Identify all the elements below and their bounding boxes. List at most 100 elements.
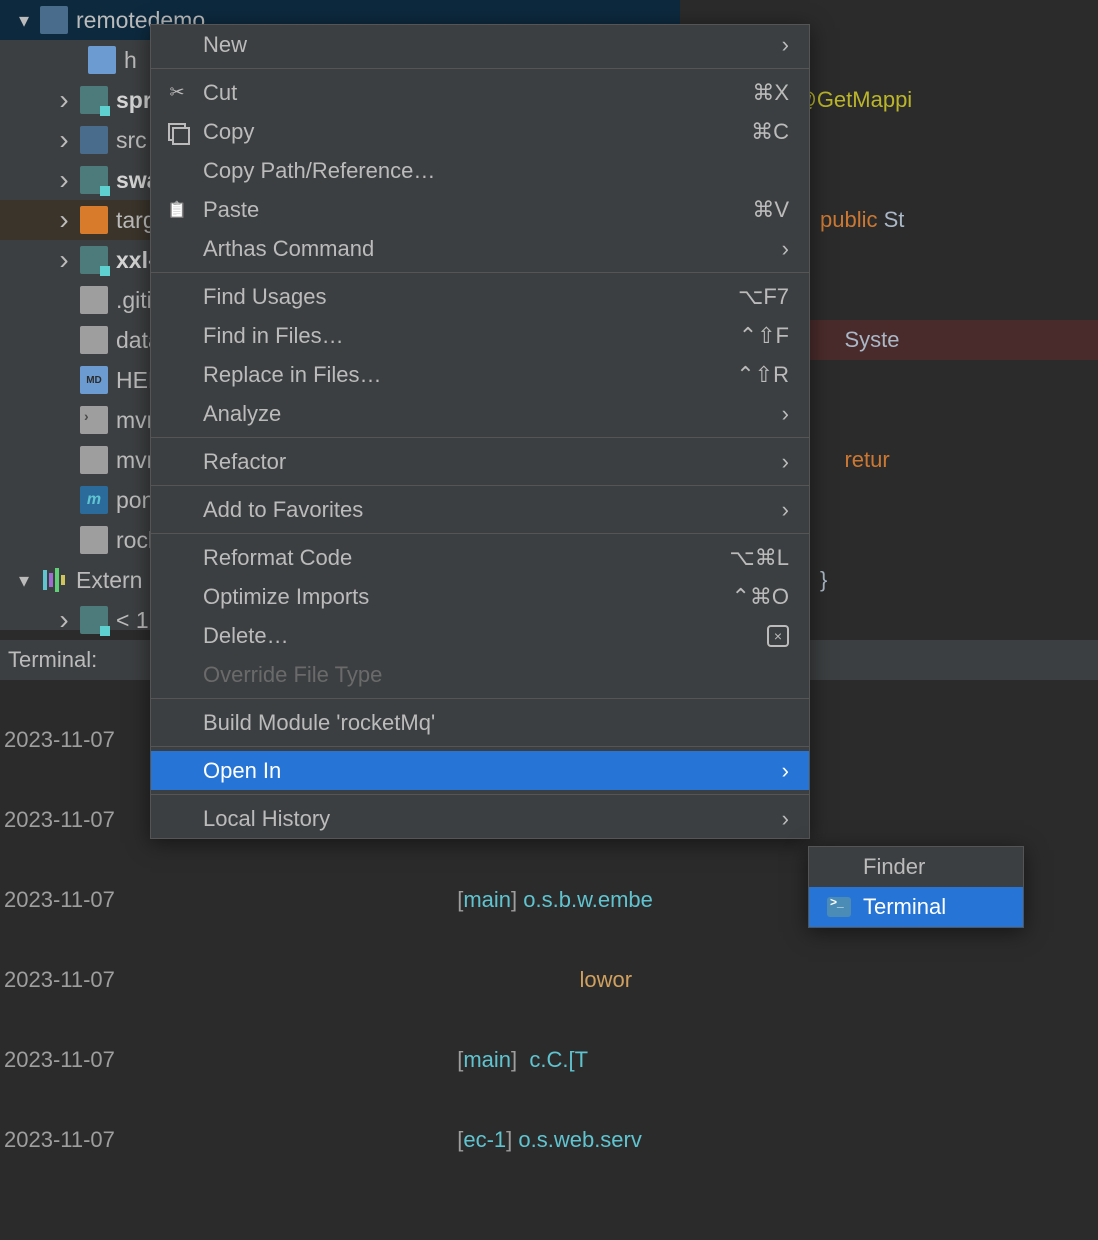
- menu-label: Arthas Command: [203, 236, 772, 262]
- chevron-right-icon: ›: [782, 758, 789, 784]
- clipboard-icon: [163, 200, 191, 220]
- copy-icon: [163, 123, 191, 141]
- folder-icon: [40, 6, 68, 34]
- menu-label: Optimize Imports: [203, 584, 731, 610]
- module-folder-icon: [80, 166, 108, 194]
- menu-local-history[interactable]: Local History›: [151, 799, 809, 838]
- menu-label: Paste: [203, 197, 752, 223]
- log-timestamp: 2023-11-07: [4, 727, 115, 752]
- code-text: St: [878, 207, 905, 232]
- log-timestamp: 2023-11-07: [4, 887, 115, 912]
- submenu-label: Finder: [863, 854, 925, 880]
- menu-label: Refactor: [203, 449, 772, 475]
- jdk-folder-icon: [80, 606, 108, 634]
- chevron-right-icon: ›: [782, 449, 789, 475]
- expand-icon[interactable]: [8, 8, 40, 33]
- maven-icon: m: [80, 486, 108, 514]
- menu-open-in[interactable]: Open In ›: [151, 751, 809, 790]
- expand-icon[interactable]: [48, 164, 80, 196]
- tree-label: src: [116, 127, 147, 154]
- expand-icon[interactable]: [48, 124, 80, 156]
- menu-label: Delete…: [203, 623, 767, 649]
- menu-separator: [151, 794, 809, 795]
- log-thread: ec-1: [463, 1127, 506, 1152]
- menu-label: Find in Files…: [203, 323, 739, 349]
- menu-cut[interactable]: Cut⌘X: [151, 73, 809, 112]
- log-class: c.C.[T: [529, 1047, 588, 1072]
- code-text: @GetMappi: [794, 87, 912, 112]
- menu-delete[interactable]: Delete…×: [151, 616, 809, 655]
- target-folder-icon: [80, 206, 108, 234]
- menu-add-favorites[interactable]: Add to Favorites›: [151, 490, 809, 529]
- menu-new[interactable]: New›: [151, 25, 809, 64]
- menu-optimize-imports[interactable]: Optimize Imports⌃⌘O: [151, 577, 809, 616]
- menu-override-filetype: Override File Type: [151, 655, 809, 694]
- file-icon: [80, 326, 108, 354]
- open-in-submenu: Finder Terminal: [808, 846, 1024, 928]
- log-timestamp: 2023-11-07: [4, 1127, 115, 1152]
- menu-find-usages[interactable]: Find Usages⌥F7: [151, 277, 809, 316]
- menu-shortcut: ⌘C: [751, 119, 789, 145]
- tree-label: h: [124, 47, 137, 74]
- tree-label: spr: [116, 87, 152, 114]
- chevron-right-icon: ›: [782, 32, 789, 58]
- code-text: Syste: [844, 327, 899, 352]
- expand-icon[interactable]: [48, 604, 80, 636]
- menu-paste[interactable]: Paste⌘V: [151, 190, 809, 229]
- tree-label: Extern: [76, 567, 142, 594]
- menu-shortcut: ⌃⇧R: [736, 362, 789, 388]
- submenu-label: Terminal: [863, 894, 946, 920]
- menu-shortcut: ⌃⇧F: [739, 323, 789, 349]
- library-icon: [40, 566, 68, 594]
- menu-label: Copy Path/Reference…: [203, 158, 789, 184]
- expand-icon[interactable]: [8, 568, 40, 593]
- expand-icon[interactable]: [48, 84, 80, 116]
- scissors-icon: [163, 82, 191, 103]
- tree-label: .giti: [116, 287, 152, 314]
- terminal-title: Terminal:: [8, 647, 97, 673]
- menu-label: Open In: [203, 758, 772, 784]
- menu-build-module[interactable]: Build Module 'rocketMq': [151, 703, 809, 742]
- menu-label: Reformat Code: [203, 545, 729, 571]
- log-thread: main: [463, 887, 511, 912]
- menu-find-in-files[interactable]: Find in Files…⌃⇧F: [151, 316, 809, 355]
- chevron-right-icon: ›: [782, 236, 789, 262]
- expand-icon[interactable]: [48, 244, 80, 276]
- submenu-finder[interactable]: Finder: [809, 847, 1023, 887]
- delete-icon: ×: [767, 625, 789, 647]
- expand-icon[interactable]: [48, 204, 80, 236]
- menu-shortcut: ⌘V: [752, 197, 789, 223]
- shell-icon: [80, 406, 108, 434]
- code-text: retur: [844, 447, 889, 472]
- file-icon: [80, 446, 108, 474]
- code-text: }: [820, 567, 827, 592]
- log-thread: main: [463, 1047, 511, 1072]
- menu-reformat[interactable]: Reformat Code⌥⌘L: [151, 538, 809, 577]
- menu-label: Find Usages: [203, 284, 738, 310]
- archive-icon: [88, 46, 116, 74]
- menu-replace-in-files[interactable]: Replace in Files…⌃⇧R: [151, 355, 809, 394]
- menu-separator: [151, 485, 809, 486]
- menu-copy[interactable]: Copy⌘C: [151, 112, 809, 151]
- menu-shortcut: ⌥⌘L: [729, 545, 789, 571]
- menu-arthas[interactable]: Arthas Command ›: [151, 229, 809, 268]
- menu-refactor[interactable]: Refactor ›: [151, 442, 809, 481]
- log-class: lowor: [579, 967, 632, 992]
- menu-separator: [151, 437, 809, 438]
- code-text: public: [820, 207, 877, 232]
- menu-separator: [151, 746, 809, 747]
- menu-analyze[interactable]: Analyze›: [151, 394, 809, 433]
- tree-label: rocl: [116, 527, 153, 554]
- submenu-terminal[interactable]: Terminal: [809, 887, 1023, 927]
- menu-copy-path[interactable]: Copy Path/Reference…: [151, 151, 809, 190]
- menu-label: Local History: [203, 806, 772, 832]
- terminal-icon: [825, 897, 853, 917]
- menu-label: Replace in Files…: [203, 362, 736, 388]
- chevron-right-icon: ›: [782, 497, 789, 523]
- menu-separator: [151, 698, 809, 699]
- menu-label: Build Module 'rocketMq': [203, 710, 789, 736]
- module-folder-icon: [80, 86, 108, 114]
- menu-label: Cut: [203, 80, 752, 106]
- context-menu: New› Cut⌘X Copy⌘C Copy Path/Reference… P…: [150, 24, 810, 839]
- file-icon: [80, 526, 108, 554]
